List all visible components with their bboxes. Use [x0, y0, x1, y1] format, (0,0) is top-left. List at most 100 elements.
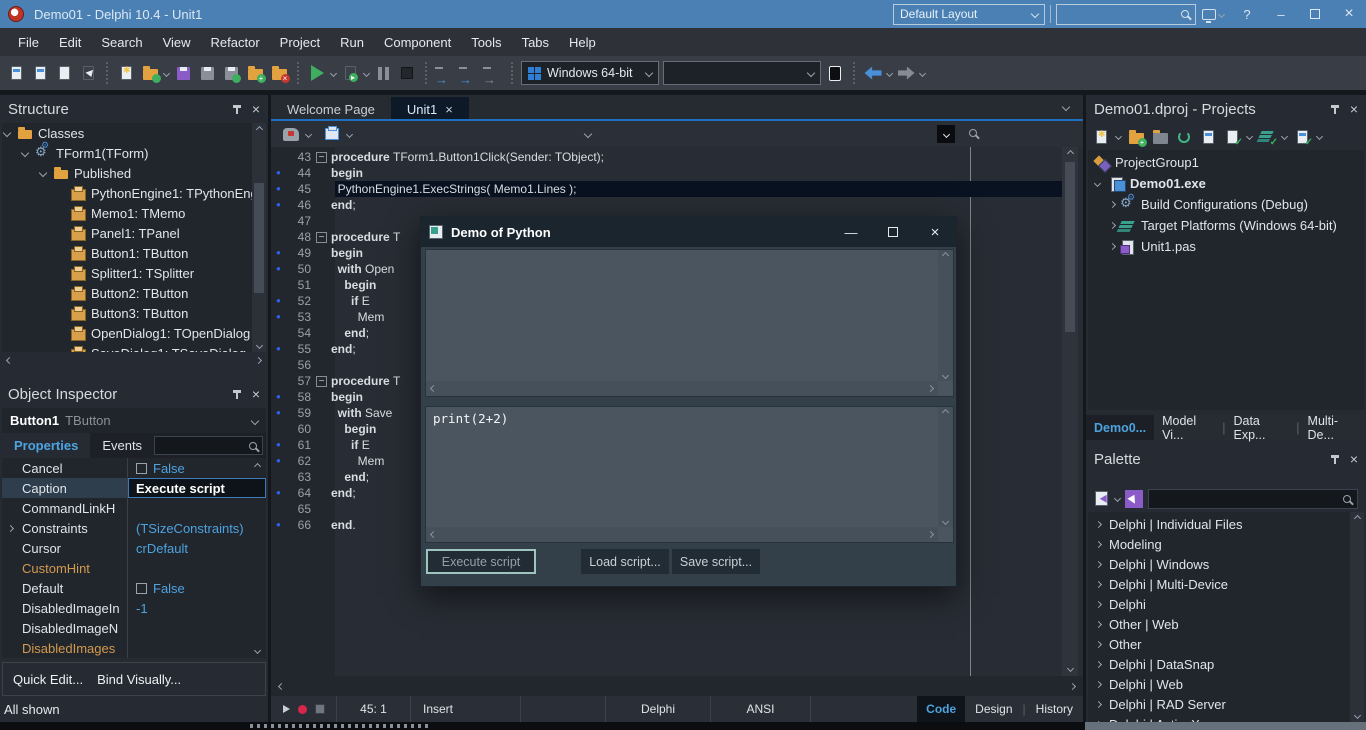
fold-toggle-icon[interactable]: [316, 456, 327, 467]
new-items-button[interactable]: ✱: [116, 63, 136, 83]
menu-refactor[interactable]: Refactor: [201, 35, 270, 50]
vertical-scrollbar[interactable]: [938, 250, 953, 381]
run-without-debugging-button[interactable]: ▸: [340, 63, 360, 83]
property-value-editor[interactable]: Execute script: [128, 478, 266, 498]
menu-run[interactable]: Run: [330, 35, 374, 50]
scroll-thumb[interactable]: [1065, 162, 1075, 332]
scroll-down-icon[interactable]: [253, 646, 260, 653]
dialog-close-button[interactable]: ×: [914, 217, 956, 247]
scroll-down-icon[interactable]: [1353, 712, 1360, 719]
compile-button[interactable]: ✓: [1223, 128, 1241, 146]
scroll-right-icon[interactable]: [1069, 682, 1076, 689]
fold-toggle-icon[interactable]: [316, 296, 327, 307]
chevron-down-icon[interactable]: [584, 130, 592, 138]
view-history-tab[interactable]: History: [1026, 702, 1083, 716]
tab-welcome-page[interactable]: Welcome Page: [271, 97, 391, 121]
fold-toggle-icon[interactable]: [316, 216, 327, 227]
close-button[interactable]: ×: [1332, 0, 1366, 28]
palette-category[interactable]: Delphi | Multi-Device: [1088, 574, 1364, 594]
property-row[interactable]: Cancel False: [2, 458, 266, 478]
tree-item[interactable]: Button3: TButton: [2, 303, 266, 323]
trace-into-button[interactable]: →: [435, 63, 455, 83]
fold-toggle-icon[interactable]: [316, 472, 327, 483]
expand-icon[interactable]: [1109, 243, 1116, 250]
property-row[interactable]: DisabledImageN: [2, 618, 266, 638]
horizontal-scrollbar[interactable]: [2, 352, 266, 368]
search-scope-dropdown[interactable]: [937, 125, 955, 143]
horizontal-scrollbar[interactable]: [426, 381, 938, 396]
step-over-button[interactable]: →: [459, 63, 479, 83]
tree-item[interactable]: Button1: TButton: [2, 243, 266, 263]
tab-list-dropdown-icon[interactable]: [1062, 103, 1070, 111]
editor-vertical-scrollbar[interactable]: [1062, 147, 1078, 676]
code-line-current[interactable]: ●45 PythonEngine1.ExecStrings( Memo1.Lin…: [271, 181, 1067, 197]
property-row[interactable]: CommandLinkH: [2, 498, 266, 518]
chevron-down-icon[interactable]: [305, 130, 312, 137]
scroll-down-icon[interactable]: [255, 342, 262, 349]
scroll-down-icon[interactable]: [942, 518, 949, 525]
build-config-selector[interactable]: [663, 61, 821, 85]
tab-properties[interactable]: Properties: [2, 433, 90, 458]
desktop-layout-button[interactable]: [1196, 0, 1230, 28]
navigate-forward-button[interactable]: [896, 63, 916, 83]
horizontal-scrollbar[interactable]: [426, 527, 938, 542]
layout-selector[interactable]: Default Layout: [893, 4, 1045, 25]
expand-icon[interactable]: [1109, 222, 1116, 229]
menu-view[interactable]: View: [153, 35, 201, 50]
chevron-down-icon[interactable]: [1114, 495, 1121, 502]
language-indicator[interactable]: Delphi: [606, 696, 711, 722]
dialog-maximize-button[interactable]: [872, 217, 914, 247]
select-tool-button[interactable]: [1125, 490, 1143, 508]
menu-component[interactable]: Component: [374, 35, 461, 50]
property-row[interactable]: CustomHint: [2, 558, 266, 578]
scroll-up-icon[interactable]: [942, 409, 949, 416]
scroll-right-icon[interactable]: [927, 531, 934, 538]
close-icon[interactable]: ×: [252, 387, 260, 401]
expand-icon[interactable]: [21, 149, 29, 157]
restore-button[interactable]: [1298, 0, 1332, 28]
run-button[interactable]: [307, 63, 327, 83]
menu-project[interactable]: Project: [270, 35, 330, 50]
open-project-button[interactable]: [54, 63, 74, 83]
property-row[interactable]: Cursor crDefault: [2, 538, 266, 558]
ide-search-input[interactable]: [1056, 4, 1196, 25]
fold-toggle-icon[interactable]: −: [316, 232, 327, 243]
chevron-down-icon[interactable]: [919, 69, 926, 76]
view-design-tab[interactable]: Design: [965, 702, 1022, 716]
fold-toggle-icon[interactable]: [316, 280, 327, 291]
code-line[interactable]: ●46end;: [271, 197, 1067, 213]
property-row[interactable]: Constraints (TSizeConstraints): [2, 518, 266, 538]
menu-help[interactable]: Help: [559, 35, 606, 50]
chevron-down-icon[interactable]: [330, 69, 337, 76]
menu-tabs[interactable]: Tabs: [512, 35, 559, 50]
scroll-up-icon[interactable]: [253, 462, 260, 469]
property-row[interactable]: Caption Execute script: [2, 478, 266, 498]
quick-edit-link[interactable]: Quick Edit...: [13, 672, 83, 687]
tab-model-view[interactable]: Model Vi...: [1154, 415, 1222, 440]
tab-events[interactable]: Events: [90, 433, 154, 458]
save-button[interactable]: [173, 63, 193, 83]
load-script-button[interactable]: Load script...: [581, 549, 669, 574]
pin-icon[interactable]: [236, 390, 238, 399]
fold-toggle-icon[interactable]: [316, 392, 327, 403]
help-button[interactable]: ?: [1230, 0, 1264, 28]
fold-toggle-icon[interactable]: [316, 264, 327, 275]
code-line[interactable]: ●44begin: [271, 165, 1067, 181]
device-button[interactable]: [825, 63, 845, 83]
tree-item[interactable]: SaveDialog1: TSaveDialog: [2, 343, 266, 352]
scroll-down-icon[interactable]: [1066, 665, 1073, 672]
dialog-title-bar[interactable]: Demo of Python — ×: [421, 217, 956, 247]
vertical-scrollbar[interactable]: [1350, 512, 1364, 722]
code-line[interactable]: 43−procedure TForm1.Button1Click(Sender:…: [271, 149, 1067, 165]
close-icon[interactable]: ×: [252, 102, 260, 116]
menu-file[interactable]: File: [8, 35, 49, 50]
add-file-button[interactable]: +: [1127, 128, 1145, 146]
fold-toggle-icon[interactable]: [316, 360, 327, 371]
palette-category[interactable]: Delphi | Windows: [1088, 554, 1364, 574]
chevron-down-icon[interactable]: [1281, 133, 1288, 140]
dialog-minimize-button[interactable]: —: [830, 217, 872, 247]
tree-item[interactable]: Panel1: TPanel: [2, 223, 266, 243]
fold-toggle-icon[interactable]: [316, 328, 327, 339]
palette-search-input[interactable]: [1148, 489, 1358, 509]
tab-data-explorer[interactable]: Data Exp...: [1225, 415, 1296, 440]
